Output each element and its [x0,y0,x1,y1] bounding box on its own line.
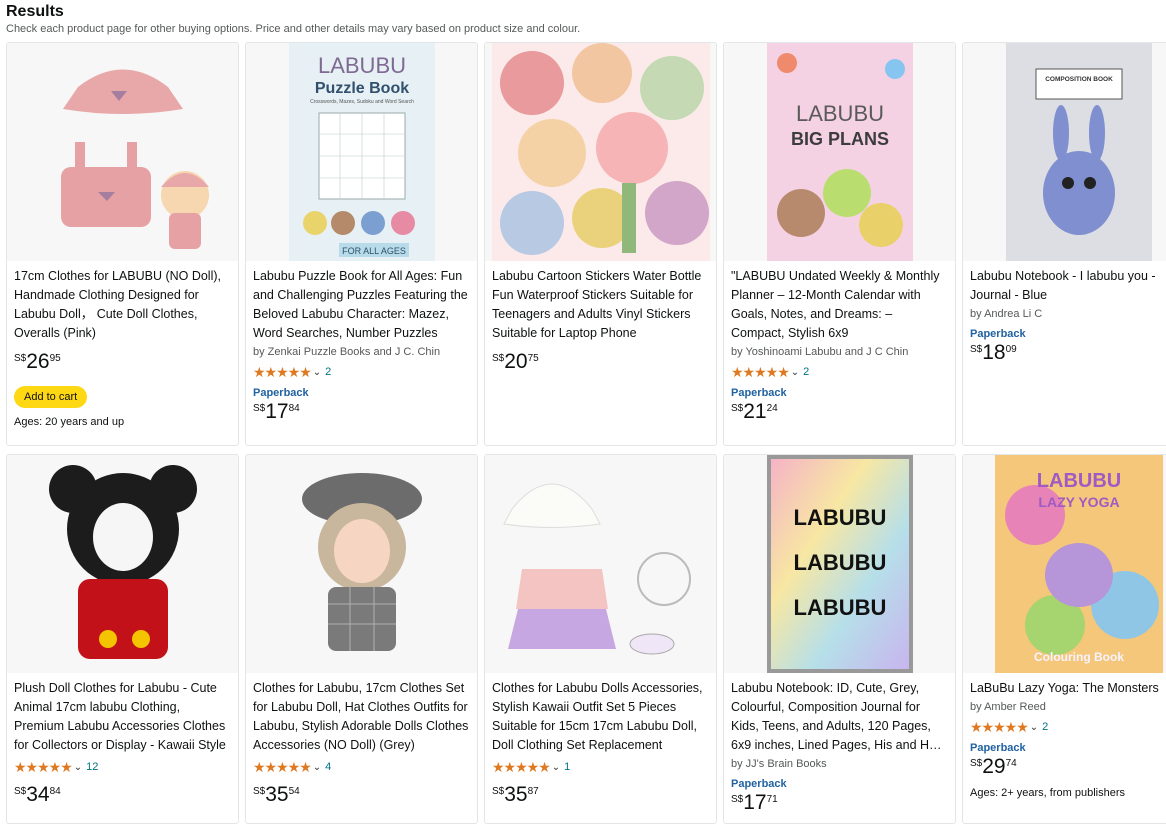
product-image[interactable]: LABUBU LABUBU LABUBU [724,455,955,673]
product-price: S$ 20 75 [492,350,539,373]
product-price: S$ 17 84 [253,400,300,423]
cover-title: LABUBU [317,53,405,78]
cover-subtitle: BIG PLANS [790,129,888,149]
cover-title: LABUBU [1036,470,1120,492]
product-card[interactable]: Clothes for Labubu, 17cm Clothes Set for… [245,454,478,824]
star-rating-icon: ★★★★★ [492,758,551,775]
review-count[interactable]: 2 [325,366,331,378]
add-to-cart-button[interactable]: Add to cart [14,386,88,408]
product-price: S$ 29 74 [970,755,1017,778]
product-image[interactable] [7,43,238,261]
age-note: Ages: 2+ years, from publishers [970,787,1125,799]
product-image[interactable] [485,455,716,673]
format-link[interactable]: Paperback [970,742,1166,754]
chevron-down-icon[interactable]: ⌄ [74,762,82,773]
product-author[interactable]: by Zenkai Puzzle Books and J C. Chin [253,344,469,360]
product-author[interactable]: by JJ's Brain Books [731,756,947,772]
product-price: S$ 35 87 [492,783,539,806]
product-rating[interactable]: ★★★★★ ⌄ 12 [14,758,230,776]
cover-word: LABUBU [793,505,886,530]
format-link[interactable]: Paperback [253,387,469,399]
cover-bottom: Colouring Book [1034,650,1124,664]
product-title[interactable]: Labubu Cartoon Stickers Water Bottle Fun… [492,267,708,343]
product-rating[interactable]: ★★★★★ ⌄ 2 [970,718,1166,736]
product-card[interactable]: Plush Doll Clothes for Labubu - Cute Ani… [6,454,239,824]
product-image[interactable]: LABUBU LAZY YOGA Colouring Book [963,455,1166,673]
review-count[interactable]: 1 [564,761,570,773]
product-author[interactable]: by Andrea Li C [970,306,1166,322]
chevron-down-icon[interactable]: ⌄ [313,367,321,378]
product-image[interactable]: LABUBU Puzzle Book Crosswords, Mazes, Su… [246,43,477,261]
results-header: Results Check each product page for othe… [0,0,1166,39]
page-title: Results [6,3,64,20]
chevron-down-icon[interactable]: ⌄ [552,762,560,773]
cover-word: LABUBU [793,595,886,620]
product-card[interactable]: LABUBU BIG PLANS "LABUBU Undated Weekly … [723,42,956,446]
product-title[interactable]: Plush Doll Clothes for Labubu - Cute Ani… [14,679,230,755]
cover-subtitle: Puzzle Book [314,80,408,97]
product-card[interactable]: COMPOSITION BOOK Labubu Notebook - I lab… [962,42,1166,446]
chevron-down-icon[interactable]: ⌄ [313,762,321,773]
product-price: S$ 21 24 [731,400,778,423]
review-count[interactable]: 2 [1042,721,1048,733]
format-link[interactable]: Paperback [731,387,947,399]
product-image[interactable]: COMPOSITION BOOK [963,43,1166,261]
results-subtitle: Check each product page for other buying… [6,23,581,35]
product-title[interactable]: Labubu Notebook: ID, Cute, Grey, Colourf… [731,679,947,755]
age-note: Ages: 20 years and up [14,416,125,428]
review-count[interactable]: 2 [803,366,809,378]
cover-title: LABUBU [795,101,883,126]
cover-bottom: FOR ALL AGES [342,246,406,256]
product-card[interactable]: Labubu Cartoon Stickers Water Bottle Fun… [484,42,717,446]
chevron-down-icon[interactable]: ⌄ [1030,722,1038,733]
product-title[interactable]: Labubu Notebook - I labubu you - Journal… [970,267,1166,305]
review-count[interactable]: 4 [325,761,331,773]
product-card[interactable]: Clothes for Labubu Dolls Accessories, St… [484,454,717,824]
cover-caption: Crosswords, Mazes, Sudoku and Word Searc… [310,99,414,105]
product-price: S$ 26 95 [14,350,61,373]
product-price: S$ 34 84 [14,783,61,806]
format-link[interactable]: Paperback [731,778,947,790]
product-card[interactable]: 17cm Clothes for LABUBU (NO Doll), Handm… [6,42,239,446]
cover-subtitle: LAZY YOGA [1038,494,1119,510]
cover-label: COMPOSITION BOOK [1045,76,1113,83]
product-price: S$ 17 71 [731,791,778,814]
product-image[interactable] [7,455,238,673]
product-author[interactable]: by Amber Reed [970,699,1166,715]
format-link[interactable]: Paperback [970,328,1166,340]
product-title[interactable]: Labubu Puzzle Book for All Ages: Fun and… [253,267,469,343]
product-card[interactable]: LABUBU LAZY YOGA Colouring Book LaBuBu L… [962,454,1166,824]
cover-word: LABUBU [793,550,886,575]
product-rating[interactable]: ★★★★★ ⌄ 4 [253,758,469,776]
product-image[interactable]: LABUBU BIG PLANS [724,43,955,261]
product-rating[interactable]: ★★★★★ ⌄ 2 [253,363,469,381]
review-count[interactable]: 12 [86,761,98,773]
star-rating-icon: ★★★★★ [970,718,1029,735]
star-rating-icon: ★★★★★ [253,363,312,380]
product-title[interactable]: 17cm Clothes for LABUBU (NO Doll), Handm… [14,267,230,343]
product-card[interactable]: LABUBU Puzzle Book Crosswords, Mazes, Su… [245,42,478,446]
product-card[interactable]: LABUBU LABUBU LABUBU Labubu Notebook: ID… [723,454,956,824]
product-price: S$ 18 09 [970,341,1017,364]
product-price: S$ 35 54 [253,783,300,806]
product-image[interactable] [246,455,477,673]
product-title[interactable]: Clothes for Labubu Dolls Accessories, St… [492,679,708,755]
results-grid: 17cm Clothes for LABUBU (NO Doll), Handm… [0,42,1166,824]
star-rating-icon: ★★★★★ [253,758,312,775]
product-title[interactable]: Clothes for Labubu, 17cm Clothes Set for… [253,679,469,755]
star-rating-icon: ★★★★★ [14,758,73,775]
chevron-down-icon[interactable]: ⌄ [791,367,799,378]
product-title[interactable]: "LABUBU Undated Weekly & Monthly Planner… [731,267,947,343]
product-author[interactable]: by Yoshinoami Labubu and J C Chin [731,344,947,360]
product-image[interactable] [485,43,716,261]
product-rating[interactable]: ★★★★★ ⌄ 2 [731,363,947,381]
product-title[interactable]: LaBuBu Lazy Yoga: The Monsters [970,679,1166,698]
product-rating[interactable]: ★★★★★ ⌄ 1 [492,758,708,776]
star-rating-icon: ★★★★★ [731,363,790,380]
